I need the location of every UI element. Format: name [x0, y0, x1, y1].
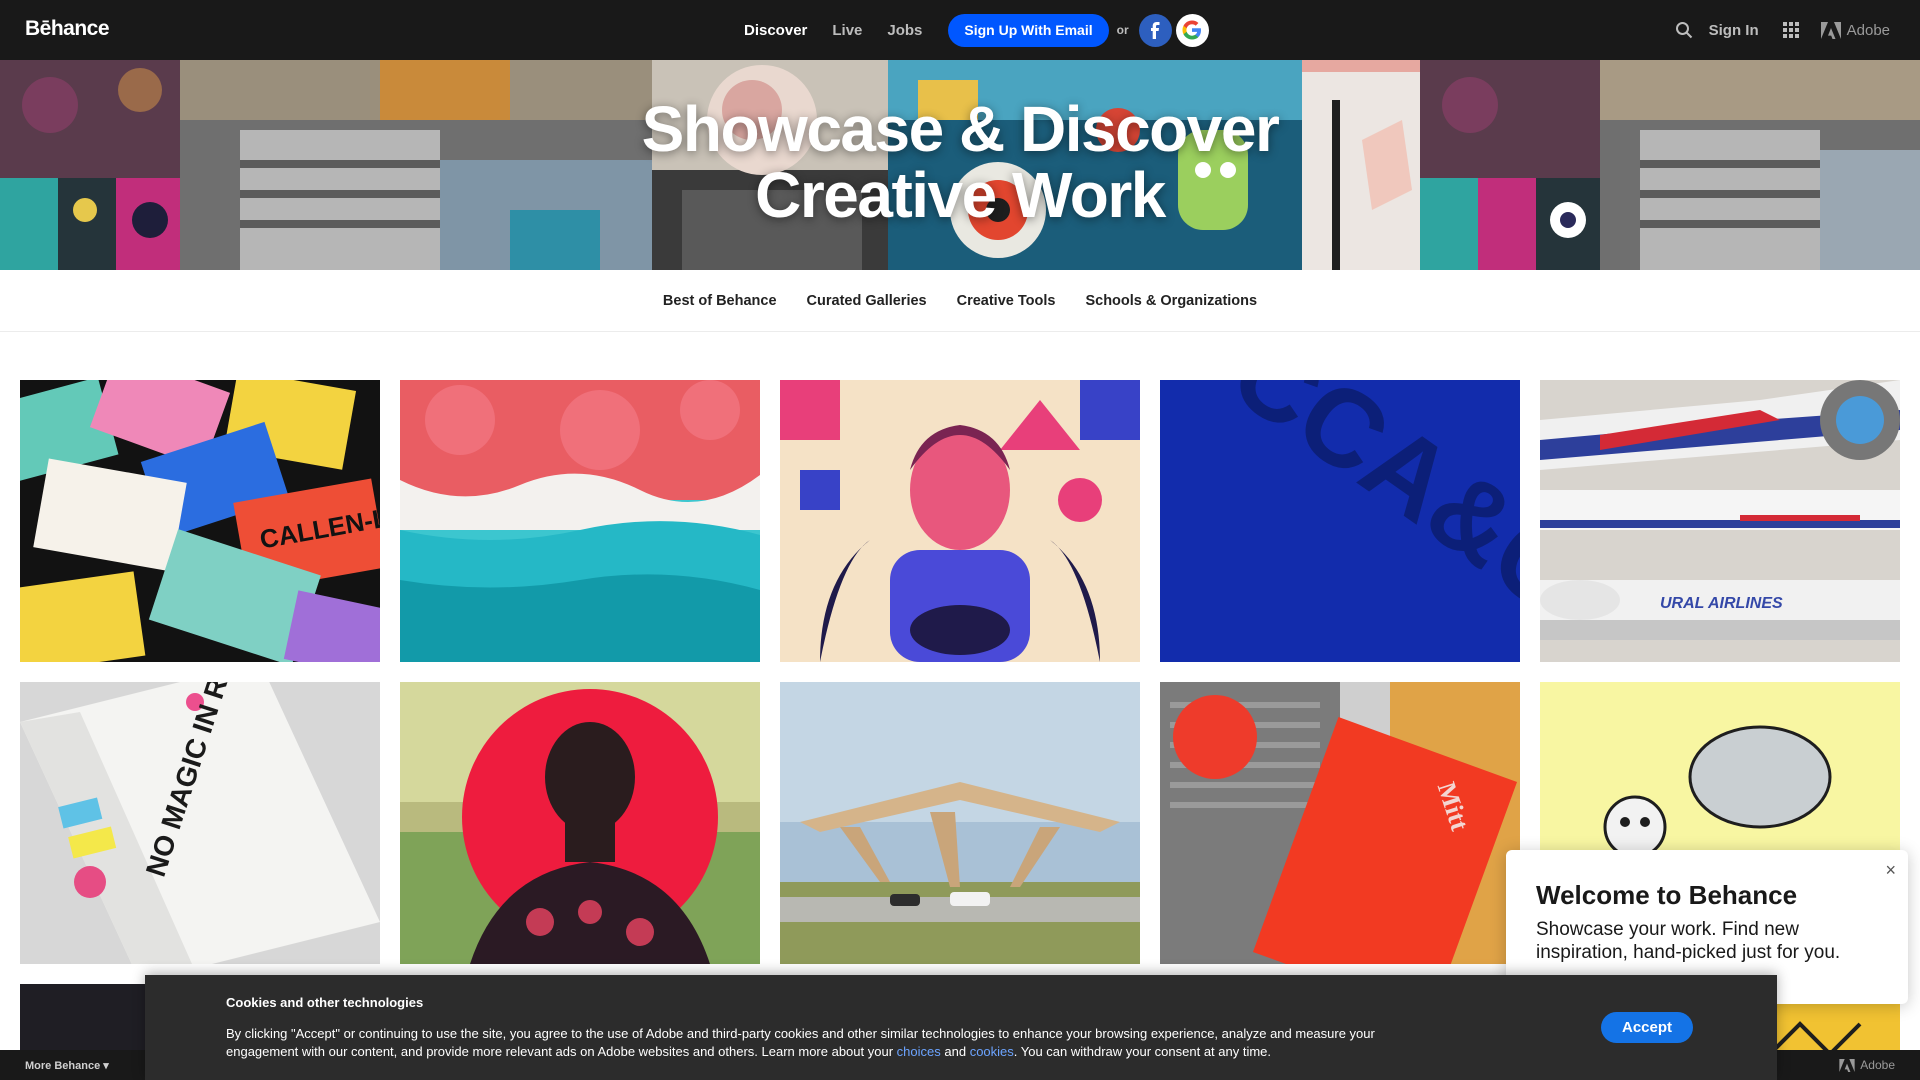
top-navigation-bar: Bēhance Discover Live Jobs Sign Up With … — [0, 0, 1920, 60]
main-nav: Discover Live Jobs Sign Up With Email or — [744, 0, 1209, 60]
project-card-ural-airlines[interactable]: URAL AIRLINES — [1540, 380, 1900, 662]
project-card-callen-lorde[interactable]: CALLEN-LORDE — [20, 380, 380, 662]
subnav-curated-galleries[interactable]: Curated Galleries — [807, 293, 927, 309]
adobe-label: Adobe — [1846, 21, 1890, 39]
more-behance-menu[interactable]: More Behance ▾ — [25, 1059, 109, 1072]
project-card-wood-canopy[interactable] — [780, 682, 1140, 964]
facebook-icon — [1150, 21, 1160, 39]
nav-discover[interactable]: Discover — [744, 22, 807, 39]
more-behance-label: More Behance — [25, 1060, 101, 1072]
project-card-woman-illustration[interactable] — [780, 380, 1140, 662]
or-label: or — [1116, 23, 1129, 37]
hero-title-line2: Creative Work — [755, 159, 1166, 231]
nav-jobs[interactable]: Jobs — [887, 22, 922, 39]
cookie-title: Cookies and other technologies — [226, 995, 424, 1010]
project-card-mitt-card[interactable]: Mitt — [1160, 682, 1520, 964]
nav-live[interactable]: Live — [832, 22, 862, 39]
cookies-link[interactable]: cookies — [970, 1044, 1014, 1059]
subnav-schools-organizations[interactable]: Schools & Organizations — [1085, 293, 1257, 309]
google-icon — [1182, 20, 1202, 40]
choices-link[interactable]: choices — [897, 1044, 941, 1059]
adobe-logo-icon — [1839, 1058, 1855, 1072]
category-nav: Best of Behance Curated Galleries Creati… — [0, 270, 1920, 332]
hero-title-line1: Showcase & Discover — [641, 93, 1280, 165]
close-icon[interactable]: × — [1885, 860, 1896, 881]
subnav-creative-tools[interactable]: Creative Tools — [957, 293, 1056, 309]
google-signin-button[interactable] — [1175, 13, 1209, 47]
adobe-link[interactable]: Adobe — [1820, 21, 1890, 39]
cookie-and: and — [944, 1044, 967, 1059]
signin-link[interactable]: Sign In — [1709, 22, 1759, 39]
cookie-banner: Cookies and other technologies By clicki… — [145, 975, 1777, 1080]
behance-logo[interactable]: Bēhance — [25, 17, 110, 41]
cookie-text: By clicking "Accept" or continuing to us… — [226, 1025, 1446, 1061]
hero-banner: Showcase & Discover Creative Work — [0, 60, 1920, 270]
hero-title: Showcase & Discover Creative Work — [0, 96, 1920, 228]
ural-airlines-text: URAL AIRLINES — [1660, 595, 1783, 612]
adobe-footer-link[interactable]: Adobe — [1839, 1058, 1895, 1072]
facebook-signin-button[interactable] — [1138, 13, 1172, 47]
app-grid-icon[interactable] — [1782, 22, 1799, 38]
project-card-no-magic-riso[interactable]: NO MAGIC IN RISO — [20, 682, 380, 964]
accept-cookies-button[interactable]: Accept — [1601, 1012, 1693, 1043]
project-card-red-sun-portrait[interactable] — [400, 682, 760, 964]
adobe-logo-icon — [1820, 21, 1841, 39]
welcome-title: Welcome to Behance — [1536, 880, 1798, 910]
cookie-text-part2: . You can withdraw your consent at any t… — [1013, 1044, 1272, 1059]
subnav-best-of-behance[interactable]: Best of Behance — [663, 293, 777, 309]
project-card-aerial-beach[interactable] — [400, 380, 760, 662]
nav-right: Sign In Adobe — [1675, 0, 1890, 60]
chevron-down-icon: ▾ — [103, 1060, 109, 1072]
project-card-blue-emboss[interactable]: CCA&C — [1160, 380, 1520, 662]
adobe-footer-label: Adobe — [1860, 1058, 1895, 1072]
signup-email-button[interactable]: Sign Up With Email — [948, 13, 1109, 47]
search-icon[interactable] — [1675, 21, 1693, 39]
welcome-text: Showcase your work. Find new inspiration… — [1536, 919, 1841, 963]
